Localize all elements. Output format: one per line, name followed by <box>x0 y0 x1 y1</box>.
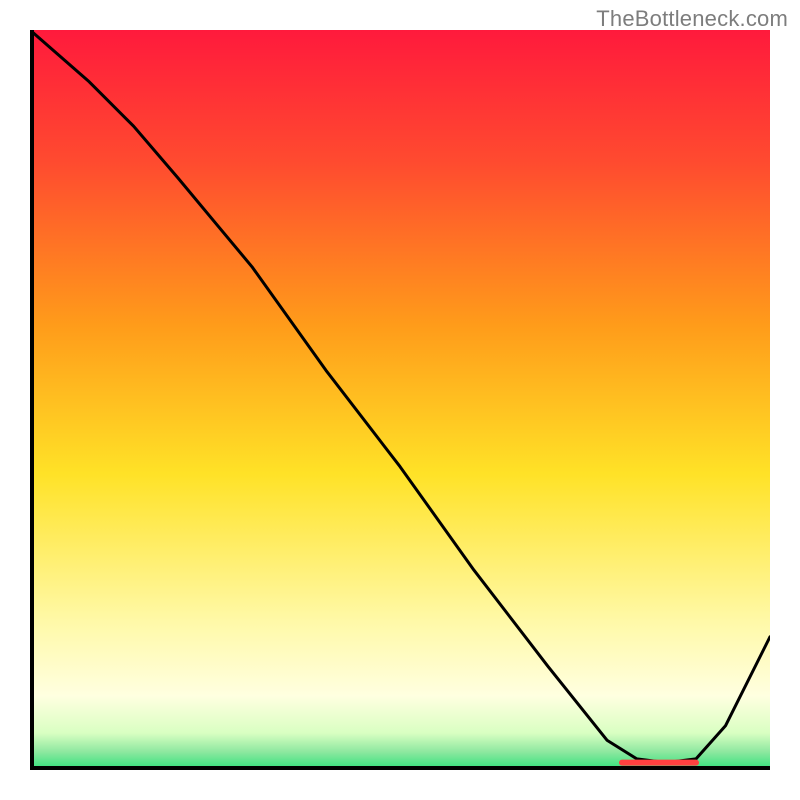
axes-frame <box>30 30 770 770</box>
watermark-text: TheBottleneck.com <box>596 6 788 32</box>
chart-stage: TheBottleneck.com <box>0 0 800 800</box>
